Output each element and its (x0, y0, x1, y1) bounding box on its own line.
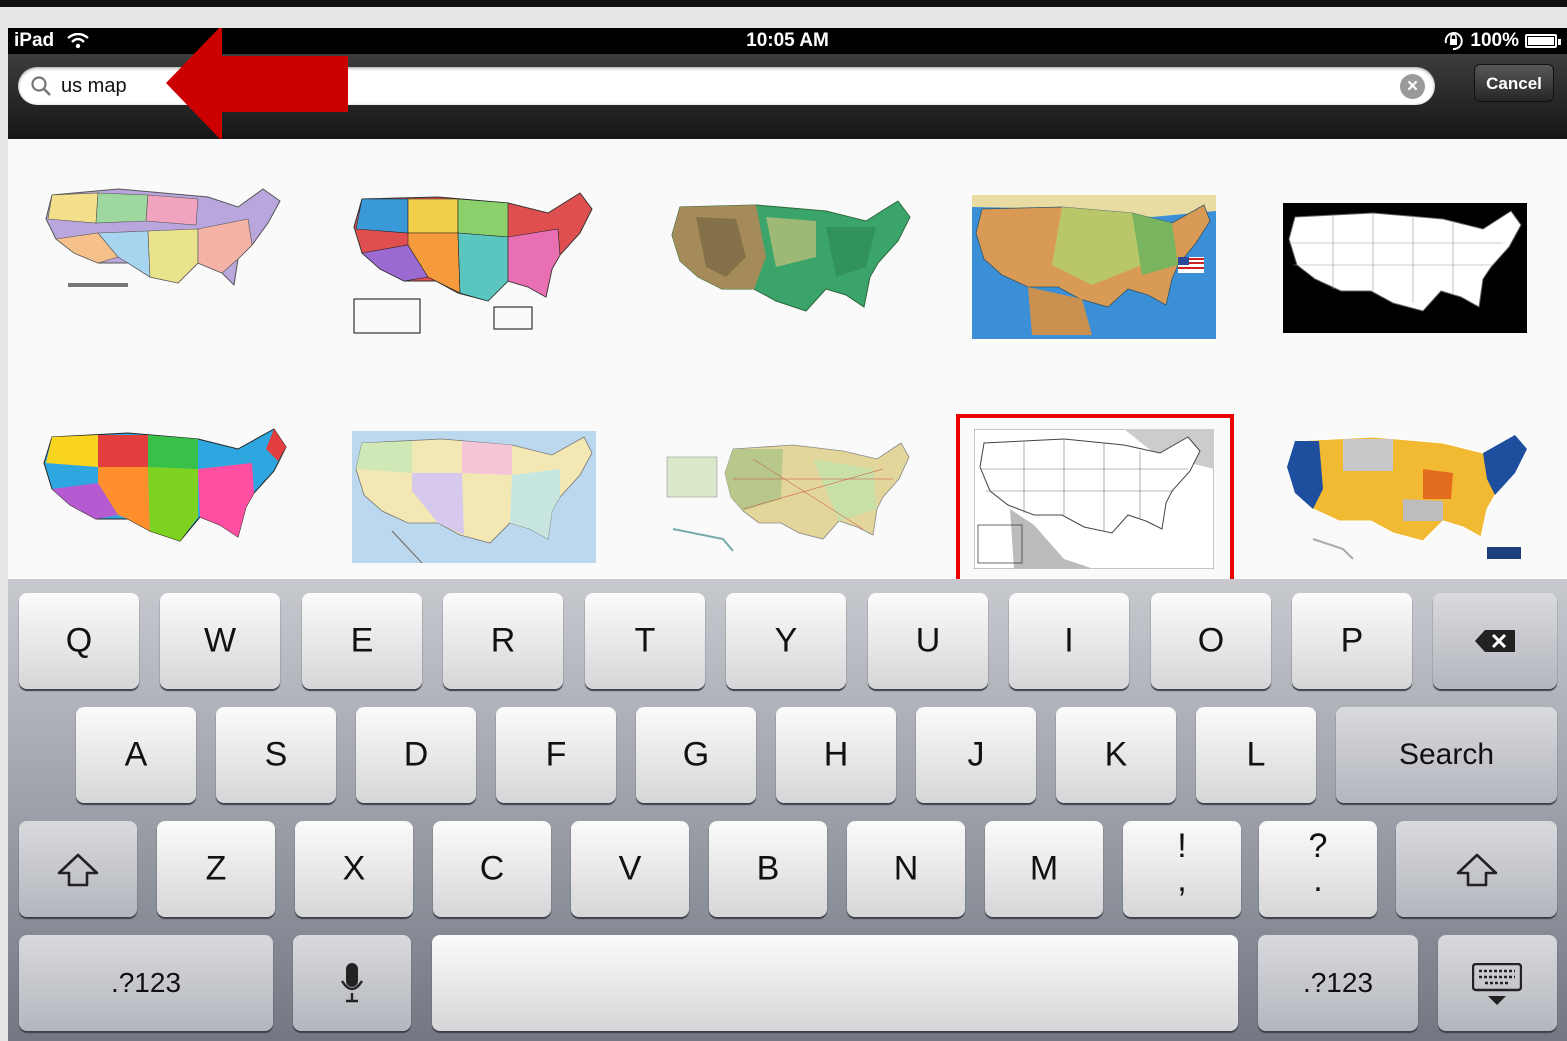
on-screen-keyboard: Q W E R T Y U I O P A S D F G H J K L Se… (8, 579, 1567, 1041)
clear-icon[interactable]: × (1400, 74, 1425, 99)
key-n[interactable]: N (847, 821, 965, 917)
result-thumbnail-6[interactable] (38, 425, 293, 565)
key-u[interactable]: U (868, 593, 988, 689)
key-j[interactable]: J (916, 707, 1036, 803)
key-h[interactable]: H (776, 707, 896, 803)
key-d[interactable]: D (356, 707, 476, 803)
selected-result-highlight (956, 414, 1234, 587)
annotation-arrow (166, 28, 348, 141)
result-thumbnail-7[interactable] (352, 431, 596, 563)
shift-key-right[interactable] (1396, 821, 1557, 917)
rotation-lock-icon (1445, 32, 1464, 51)
microphone-icon (340, 963, 364, 1003)
key-o[interactable]: O (1151, 593, 1271, 689)
search-key[interactable]: Search (1336, 707, 1557, 803)
search-icon (31, 76, 51, 96)
space-key[interactable] (432, 935, 1238, 1031)
result-thumbnail-8[interactable] (663, 439, 913, 559)
shift-key-left[interactable] (19, 821, 137, 917)
dictation-key[interactable] (293, 935, 411, 1031)
result-thumbnail-3[interactable] (671, 200, 911, 312)
shift-icon (1456, 853, 1498, 887)
comma-label: , (1177, 861, 1187, 899)
ipad-screen: iPad 10:05 AM 100% us map × Cancel Q W E… (8, 28, 1567, 1041)
backspace-key[interactable] (1433, 593, 1557, 689)
key-exclaim-comma[interactable]: ! , (1123, 821, 1241, 917)
shift-icon (57, 853, 99, 887)
key-a[interactable]: A (76, 707, 196, 803)
battery-fill (1528, 37, 1554, 45)
status-right: 100% (1442, 30, 1561, 52)
result-thumbnail-5[interactable] (1283, 203, 1527, 333)
result-thumbnail-10[interactable] (1283, 429, 1533, 569)
key-q[interactable]: Q (19, 593, 139, 689)
cancel-button[interactable]: Cancel (1474, 64, 1554, 102)
key-g[interactable]: G (636, 707, 756, 803)
numbers-key-right[interactable]: .?123 (1258, 935, 1418, 1031)
key-f[interactable]: F (496, 707, 616, 803)
search-query: us map (61, 75, 127, 97)
image-results (8, 139, 1567, 587)
exclaim-label: ! (1177, 827, 1187, 865)
key-i[interactable]: I (1009, 593, 1129, 689)
key-p[interactable]: P (1292, 593, 1412, 689)
key-x[interactable]: X (295, 821, 413, 917)
result-thumbnail-4[interactable] (972, 195, 1216, 339)
battery-icon (1525, 34, 1561, 48)
key-exclaim-comma-labels: ! , (1123, 829, 1241, 897)
key-b[interactable]: B (709, 821, 827, 917)
key-y[interactable]: Y (726, 593, 846, 689)
key-k[interactable]: K (1056, 707, 1176, 803)
key-t[interactable]: T (585, 593, 705, 689)
key-e[interactable]: E (302, 593, 422, 689)
top-border (0, 0, 1567, 7)
key-z[interactable]: Z (157, 821, 275, 917)
battery-percent: 100% (1470, 30, 1519, 51)
key-question-period-labels: ? . (1259, 829, 1377, 897)
key-question-period[interactable]: ? . (1259, 821, 1377, 917)
numbers-key-left[interactable]: .?123 (19, 935, 273, 1031)
hide-keyboard-key[interactable] (1438, 935, 1557, 1031)
key-s[interactable]: S (216, 707, 336, 803)
key-r[interactable]: R (443, 593, 563, 689)
key-l[interactable]: L (1196, 707, 1316, 803)
result-thumbnail-2[interactable] (348, 189, 598, 339)
question-label: ? (1308, 827, 1328, 865)
period-label: . (1313, 861, 1323, 899)
key-m[interactable]: M (985, 821, 1103, 917)
result-thumbnail-1[interactable] (38, 183, 288, 303)
key-c[interactable]: C (433, 821, 551, 917)
key-w[interactable]: W (160, 593, 280, 689)
key-v[interactable]: V (571, 821, 689, 917)
backspace-icon (1475, 630, 1515, 652)
hide-keyboard-icon (1472, 963, 1522, 1005)
